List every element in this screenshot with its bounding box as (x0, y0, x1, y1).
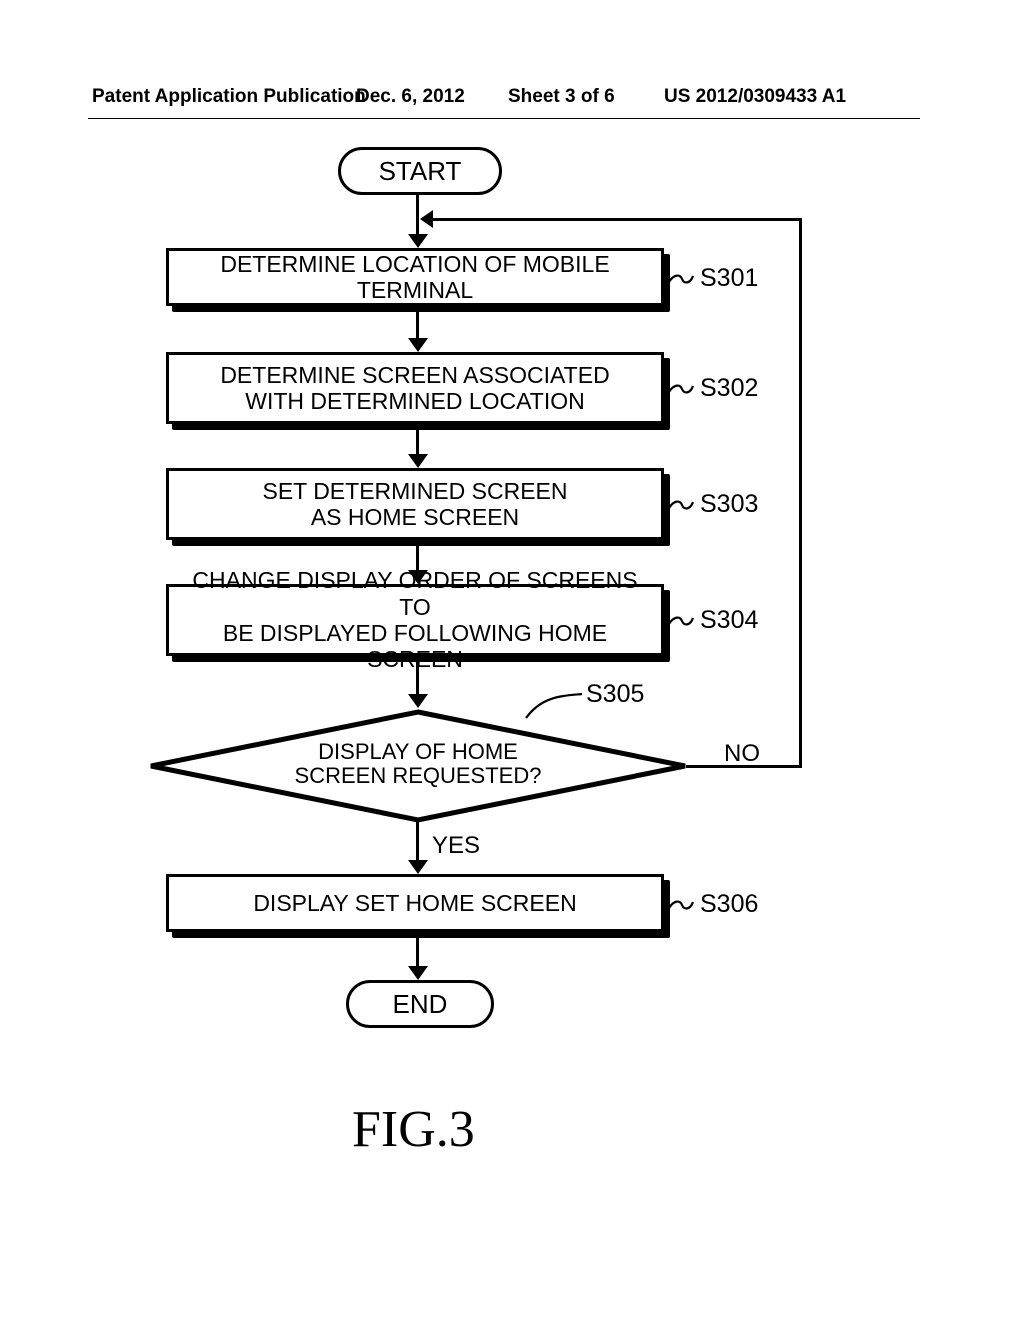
flow-end: END (346, 980, 494, 1028)
step-text: DETERMINE LOCATION OF MOBILE TERMINAL (175, 251, 655, 304)
step-text: DISPLAY SET HOME SCREEN (253, 890, 576, 916)
arrow (416, 820, 419, 864)
decision-text-line2: SCREEN REQUESTED? (295, 763, 542, 788)
step-label: S304 (700, 606, 758, 635)
arrow-head-icon (408, 338, 428, 352)
branch-yes: YES (432, 832, 480, 860)
branch-no: NO (724, 740, 760, 768)
arrow-head-icon (408, 234, 428, 248)
step-text-line1: CHANGE DISPLAY ORDER OF SCREENS TO (175, 567, 655, 620)
arrow (416, 192, 419, 218)
step-s301: DETERMINE LOCATION OF MOBILE TERMINAL (166, 248, 670, 312)
step-label: S305 (586, 680, 644, 709)
arrow (799, 218, 802, 768)
arrow-head-icon (408, 454, 428, 468)
arrow-head-icon (408, 966, 428, 980)
step-label: S301 (700, 264, 758, 293)
arrow (432, 218, 802, 221)
flow-start-label: START (341, 150, 499, 192)
header-rule (88, 118, 920, 119)
arrow-head-icon (408, 860, 428, 874)
decision-s305: DISPLAY OF HOME SCREEN REQUESTED? (145, 706, 691, 826)
step-text-line2: WITH DETERMINED LOCATION (245, 388, 584, 414)
leader-line (668, 272, 694, 286)
leader-line (668, 498, 694, 512)
step-text-line2: AS HOME SCREEN (311, 504, 519, 530)
decision-text-line1: DISPLAY OF HOME (318, 739, 518, 764)
arrow (416, 936, 419, 970)
step-s304: CHANGE DISPLAY ORDER OF SCREENS TO BE DI… (166, 584, 670, 662)
figure-label: FIG.3 (352, 1100, 475, 1159)
arrow (416, 660, 419, 698)
publication-date: Dec. 6, 2012 (356, 86, 465, 108)
sheet-number: Sheet 3 of 6 (508, 86, 615, 108)
flow-start: START (338, 147, 502, 195)
leader-line (668, 898, 694, 912)
flow-end-label: END (349, 983, 491, 1025)
leader-line (668, 382, 694, 396)
step-label: S306 (700, 890, 758, 919)
step-text-line2: BE DISPLAYED FOLLOWING HOME SCREEN (175, 620, 655, 673)
step-s306: DISPLAY SET HOME SCREEN (166, 874, 670, 938)
arrow (686, 765, 802, 768)
publication-number: US 2012/0309433 A1 (664, 86, 846, 108)
leader-line (668, 614, 694, 628)
step-text-line1: DETERMINE SCREEN ASSOCIATED (220, 362, 609, 388)
step-s303: SET DETERMINED SCREEN AS HOME SCREEN (166, 468, 670, 546)
leader-line (524, 690, 584, 720)
step-label: S302 (700, 374, 758, 403)
publication-type: Patent Application Publication (92, 86, 366, 108)
step-label: S303 (700, 490, 758, 519)
step-text-line1: SET DETERMINED SCREEN (262, 478, 567, 504)
step-s302: DETERMINE SCREEN ASSOCIATED WITH DETERMI… (166, 352, 670, 430)
